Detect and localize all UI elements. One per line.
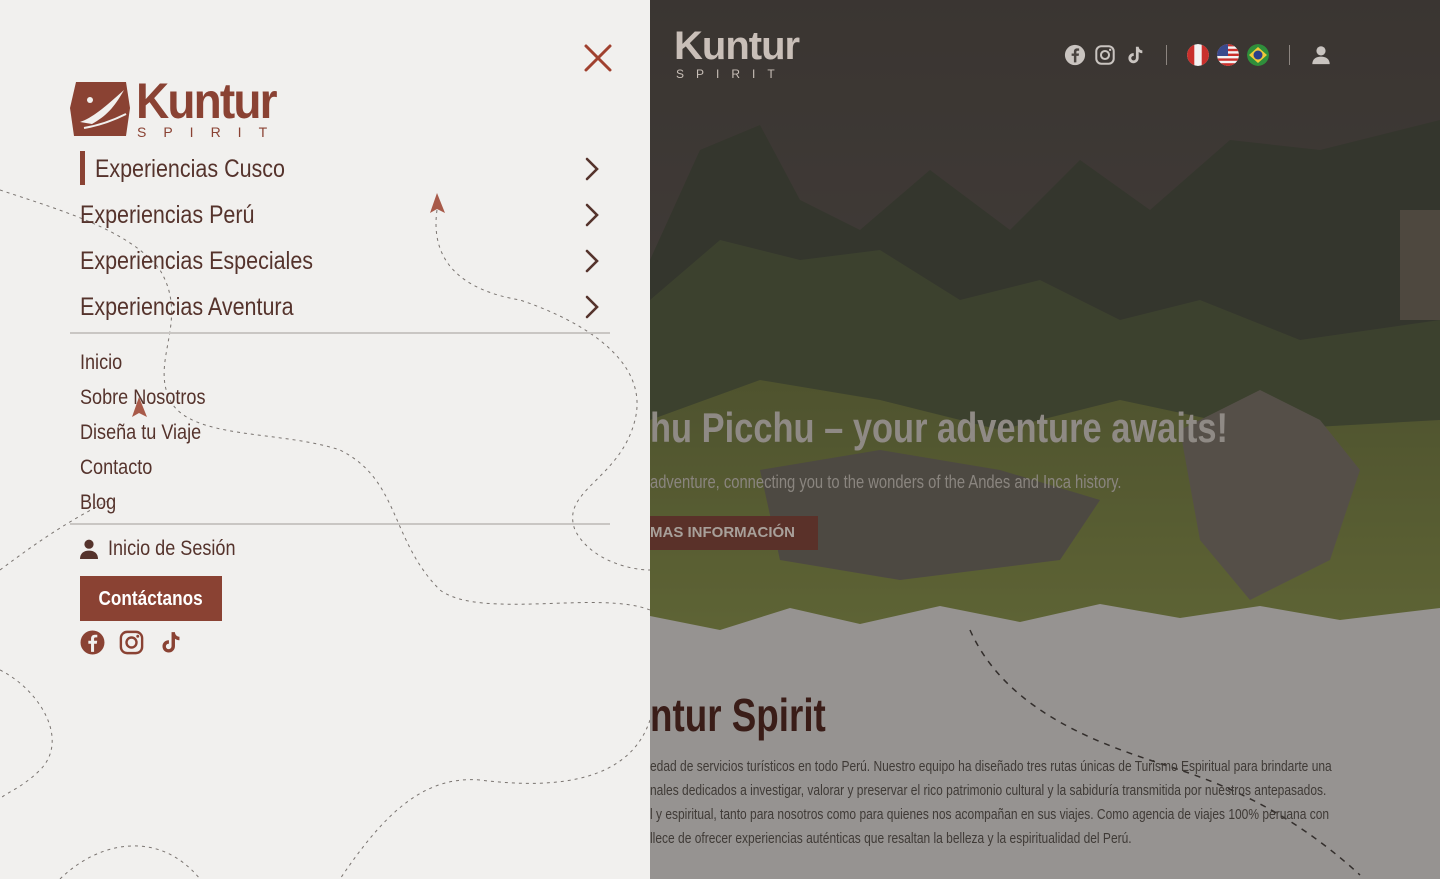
nav-link-label: Diseña tu Viaje bbox=[80, 421, 202, 444]
flag-usa-icon[interactable] bbox=[1217, 44, 1239, 66]
flag-peru-icon[interactable] bbox=[1187, 44, 1209, 66]
header-separator bbox=[1289, 45, 1290, 65]
brand-logo[interactable]: Kuntur SPIRIT bbox=[70, 73, 320, 142]
brand-logo-word: Kuntur bbox=[136, 73, 278, 129]
nav-link-label: Contacto bbox=[80, 456, 153, 479]
header-separator bbox=[1166, 45, 1167, 65]
about-text-line: nales dedicados a investigar, valorar y … bbox=[650, 782, 1327, 799]
contact-button-label: Contáctanos bbox=[98, 587, 204, 610]
flag-brazil-icon[interactable] bbox=[1247, 44, 1269, 66]
nav-link-contacto[interactable]: Contacto bbox=[80, 450, 226, 485]
about-section-text: edad de servicios turísticos en todo Per… bbox=[650, 755, 1338, 851]
social-links bbox=[80, 630, 183, 655]
chevron-right-icon[interactable] bbox=[580, 293, 604, 321]
login-link[interactable]: Inicio de Sesión bbox=[80, 538, 256, 559]
background-header-icons bbox=[1064, 44, 1332, 66]
more-info-button[interactable]: MAS INFORMACIÓN bbox=[650, 516, 818, 550]
user-icon[interactable] bbox=[1310, 44, 1332, 66]
menu-item-label: Experiencias Perú bbox=[80, 200, 255, 229]
hero-subtitle: adventure, connecting you to the wonders… bbox=[650, 472, 1122, 492]
menu-divider bbox=[70, 523, 610, 525]
menu-item-experiencias-peru[interactable]: Experiencias Perú bbox=[80, 192, 610, 238]
menu-item-experiencias-cusco[interactable]: Experiencias Cusco bbox=[80, 146, 610, 192]
instagram-icon[interactable] bbox=[1094, 44, 1116, 66]
facebook-icon[interactable] bbox=[1064, 44, 1086, 66]
nav-link-blog[interactable]: Blog bbox=[80, 485, 226, 520]
nav-link-label: Inicio bbox=[80, 351, 123, 374]
background-logo-word: Kuntur bbox=[674, 24, 800, 68]
side-drawer-menu: Kuntur SPIRIT Experiencias Cusco Experie… bbox=[0, 0, 650, 879]
about-text-line: l y espiritual, tanto para nosotros como… bbox=[650, 806, 1330, 823]
menu-item-experiencias-aventura[interactable]: Experiencias Aventura bbox=[80, 284, 610, 330]
nav-link-label: Sobre Nosotros bbox=[80, 386, 206, 409]
contact-button[interactable]: Contáctanos bbox=[80, 576, 222, 621]
menu-item-label: Experiencias Aventura bbox=[80, 292, 294, 321]
menu-item-experiencias-especiales[interactable]: Experiencias Especiales bbox=[80, 238, 610, 284]
chevron-right-icon[interactable] bbox=[580, 201, 604, 229]
about-text-line: edad de servicios turísticos en todo Per… bbox=[650, 758, 1332, 775]
login-label: Inicio de Sesión bbox=[108, 537, 236, 560]
menu-divider bbox=[70, 332, 610, 334]
chevron-right-icon[interactable] bbox=[580, 155, 604, 183]
hero-title: hu Picchu – your adventure awaits! bbox=[650, 404, 1228, 451]
brand-logo-sub: SPIRIT bbox=[137, 124, 285, 140]
nav-link-label: Blog bbox=[80, 491, 117, 514]
close-icon[interactable] bbox=[580, 40, 616, 76]
facebook-icon[interactable] bbox=[80, 630, 105, 655]
tiktok-icon[interactable] bbox=[158, 630, 183, 655]
about-text-line: llece de ofrecer experiencias auténticas… bbox=[650, 830, 1132, 847]
instagram-icon[interactable] bbox=[119, 630, 144, 655]
nav-link-disena-tu-viaje[interactable]: Diseña tu Viaje bbox=[80, 415, 226, 450]
menu-item-label: Experiencias Especiales bbox=[80, 246, 314, 275]
main-menu: Experiencias Cusco Experiencias Perú Exp… bbox=[80, 146, 610, 330]
about-section-title: ntur Spirit bbox=[650, 689, 826, 741]
background-logo[interactable]: Kuntur SPIRIT bbox=[640, 26, 830, 84]
background-logo-sub: SPIRIT bbox=[676, 67, 787, 81]
nav-link-inicio[interactable]: Inicio bbox=[80, 345, 226, 380]
menu-item-label: Experiencias Cusco bbox=[95, 154, 286, 183]
user-icon bbox=[80, 539, 98, 559]
chevron-right-icon[interactable] bbox=[580, 247, 604, 275]
secondary-menu: Inicio Sobre Nosotros Diseña tu Viaje Co… bbox=[80, 345, 226, 520]
nav-link-sobre-nosotros[interactable]: Sobre Nosotros bbox=[80, 380, 226, 415]
tiktok-icon[interactable] bbox=[1124, 44, 1146, 66]
condor-emblem-icon bbox=[70, 82, 130, 136]
